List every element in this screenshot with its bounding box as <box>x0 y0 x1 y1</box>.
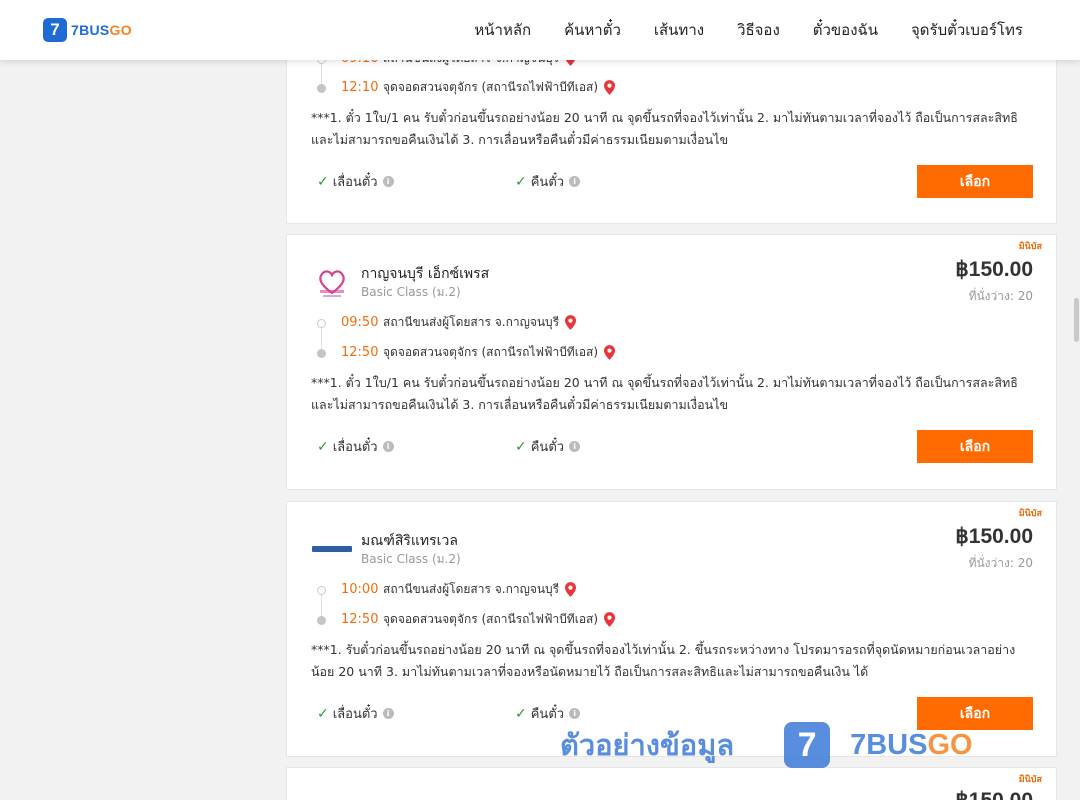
destination-place: จุดจอดสวนจตุจักร (สถานีรถไฟฟ้าบีทีเอส) <box>383 612 599 626</box>
reschedule-label: เลื่อนตั๋ว <box>332 707 378 722</box>
refund-policy: ✓ คืนตั๋ว i <box>515 703 581 724</box>
watermark-logo-mark: 7 <box>784 722 831 768</box>
origin-place: สถานีขนส่งผู้โดยสาร จ.กาญจนบุรี <box>383 582 560 596</box>
map-pin-icon[interactable] <box>565 315 577 330</box>
reschedule-policy: ✓ เลื่อนตั๋ว i <box>317 436 394 457</box>
check-icon: ✓ <box>317 173 329 190</box>
origin-stop: 10:00 สถานีขนส่งผู้โดยสาร จ.กาญจนบุรี <box>341 580 577 599</box>
check-icon: ✓ <box>317 438 329 455</box>
origin-place: สถานีขนส่งผู้โดยสาร จ.กาญจนบุรี <box>383 315 560 329</box>
destination-dot <box>317 349 326 358</box>
departure-time: 10:00 <box>341 582 379 597</box>
bus-class: Basic Class (ม.2) <box>361 552 461 566</box>
operator-name: กาญจนบุรี เอ็กซ์เพรส <box>361 266 490 282</box>
map-pin-icon[interactable] <box>565 582 577 597</box>
refund-label: คืนตั๋ว <box>530 440 565 455</box>
refund-policy: ✓ คืนตั๋ว i <box>515 436 581 457</box>
operator-logo <box>313 263 351 301</box>
vehicle-type-badge: มินิบัส <box>1018 509 1042 519</box>
check-icon: ✓ <box>515 438 527 455</box>
info-icon[interactable]: i <box>569 176 581 187</box>
logo-text: 7BUSGO <box>71 22 132 38</box>
destination-stop: 12:50 จุดจอดสวนจตุจักร (สถานีรถไฟฟ้าบีที… <box>341 343 616 362</box>
reschedule-label: เลื่อนตั๋ว <box>332 440 378 455</box>
arrival-time: 12:50 <box>341 612 379 627</box>
trip-note: ***1. รับตั๋วก่อนขึ้นรถอย่างน้อย 20 นาที… <box>311 642 1016 679</box>
select-button[interactable]: เลือก <box>917 430 1033 463</box>
check-icon: ✓ <box>515 173 527 190</box>
trip-note: ***1. ตั๋ว 1ใบ/1 คน รับตั๋วก่อนขึ้นรถอย่… <box>311 375 1018 412</box>
reschedule-policy: ✓ เลื่อนตั๋ว i <box>317 171 394 192</box>
trip-card: มินิบัส กาญจนบุรี เอ็กซ์เพรส Basic Class… <box>286 234 1057 490</box>
vehicle-type-badge: มินิบัส <box>1018 242 1042 252</box>
destination-dot <box>317 616 326 625</box>
info-icon[interactable]: i <box>382 176 394 187</box>
watermark-text: ตัวอย่างข้อมูล <box>560 728 735 762</box>
departure-time: 09:50 <box>341 315 379 330</box>
nav-routes[interactable]: เส้นทาง <box>654 18 704 42</box>
destination-dot <box>317 84 326 93</box>
origin-stop: 09:50 สถานีขนส่งผู้โดยสาร จ.กาญจนบุรี <box>341 313 577 332</box>
nav-how-to-book[interactable]: วิธีจอง <box>737 18 780 42</box>
watermark-brand: 7BUSGO <box>850 728 973 761</box>
operator-name: มณฑ์สิริแทรเวล <box>361 533 458 549</box>
scrollbar-track[interactable] <box>1072 60 1080 800</box>
info-icon[interactable]: i <box>569 708 581 719</box>
info-icon[interactable]: i <box>382 708 394 719</box>
origin-dot <box>317 586 326 595</box>
map-pin-icon[interactable] <box>604 612 616 627</box>
operator-logo-bar <box>312 546 352 552</box>
nav-home[interactable]: หน้าหลัก <box>474 18 531 42</box>
destination-stop: 12:10 จุดจอดสวนจตุจักร (สถานีรถไฟฟ้าบีที… <box>341 78 616 97</box>
arrival-time: 12:10 <box>341 80 379 95</box>
nav-my-tickets[interactable]: ตั๋วของฉัน <box>813 18 878 42</box>
info-icon[interactable]: i <box>569 441 581 452</box>
destination-place: จุดจอดสวนจตุจักร (สถานีรถไฟฟ้าบีทีเอส) <box>383 80 599 94</box>
trip-note: ***1. ตั๋ว 1ใบ/1 คน รับตั๋วก่อนขึ้นรถอย่… <box>311 110 1018 147</box>
trip-card: มินิบัส ฿150.00 <box>286 767 1057 800</box>
watermark: ตัวอย่างข้อมูล 7 7BUSGO <box>560 722 973 768</box>
bus-class: Basic Class (ม.2) <box>361 285 461 299</box>
origin-dot <box>317 319 326 328</box>
vehicle-type-badge: มินิบัส <box>1018 775 1042 785</box>
main-nav: หน้าหลัก ค้นหาตั๋ว เส้นทาง วิธีจอง ตั๋วข… <box>441 0 1023 60</box>
seats-available: ที่นั่งว่าง: 20 <box>968 556 1033 570</box>
map-pin-icon[interactable] <box>604 80 616 95</box>
route-line <box>321 327 322 351</box>
seats-available: ที่นั่งว่าง: 20 <box>968 289 1033 303</box>
map-pin-icon[interactable] <box>604 345 616 360</box>
reschedule-label: เลื่อนตั๋ว <box>332 175 378 190</box>
price: ฿150.00 <box>955 258 1033 281</box>
nav-ticket-pickup[interactable]: จุดรับตั๋วเบอร์โทร <box>911 18 1023 42</box>
refund-policy: ✓ คืนตั๋ว i <box>515 171 581 192</box>
price: ฿150.00 <box>955 525 1033 548</box>
destination-place: จุดจอดสวนจตุจักร (สถานีรถไฟฟ้าบีทีเอส) <box>383 345 599 359</box>
destination-stop: 12:50 จุดจอดสวนจตุจักร (สถานีรถไฟฟ้าบีที… <box>341 610 616 629</box>
arrival-time: 12:50 <box>341 345 379 360</box>
refund-label: คืนตั๋ว <box>530 175 565 190</box>
select-button[interactable]: เลือก <box>917 165 1033 198</box>
trip-card: มินิบัส มณฑ์สิริแทรเวล Basic Class (ม.2)… <box>286 501 1057 757</box>
scrollbar-thumb[interactable] <box>1074 298 1079 342</box>
check-icon: ✓ <box>317 705 329 722</box>
price: ฿150.00 <box>955 788 1033 800</box>
logo-mark: 7 <box>43 18 67 42</box>
refund-label: คืนตั๋ว <box>530 707 565 722</box>
reschedule-policy: ✓ เลื่อนตั๋ว i <box>317 703 394 724</box>
info-icon[interactable]: i <box>382 441 394 452</box>
check-icon: ✓ <box>515 705 527 722</box>
operator-logo <box>311 530 353 568</box>
heart-logo-icon <box>319 270 345 297</box>
nav-search-ticket[interactable]: ค้นหาตั๋ว <box>564 18 621 42</box>
top-header: 7 7BUSGO หน้าหลัก ค้นหาตั๋ว เส้นทาง วิธี… <box>0 0 1080 60</box>
site-logo[interactable]: 7 7BUSGO <box>43 18 132 42</box>
route-line <box>321 594 322 618</box>
